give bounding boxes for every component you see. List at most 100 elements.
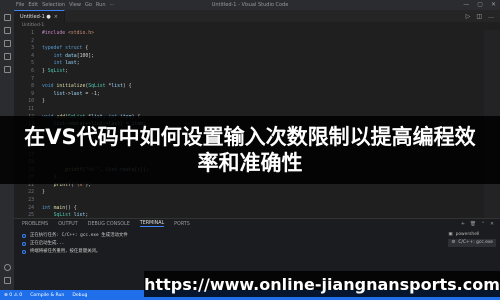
code-text: }	[42, 190, 45, 196]
code-line[interactable]: 23	[14, 197, 484, 205]
explorer-icon[interactable]	[3, 14, 11, 21]
new-terminal-icon[interactable]: +	[461, 222, 465, 227]
terminal-item-gcc[interactable]: ⚙ C/C++: gcc.exe	[448, 239, 496, 247]
tab-terminal[interactable]: TERMINAL	[139, 221, 165, 227]
line-number: 4	[31, 53, 34, 59]
panel-tabs: PROBLEMS OUTPUT DEBUG CONSOLE TERMINAL P…	[14, 219, 500, 229]
trash-icon[interactable]: 🗑	[470, 222, 476, 227]
terminal-item-powershell[interactable]: ▣ powershell	[448, 231, 496, 239]
code-line[interactable]: 8 void initialize(SqList *list) {	[14, 83, 484, 91]
code-line[interactable]: 4 int data[100];	[14, 53, 484, 61]
code-text: int main() {	[42, 205, 77, 211]
terminal-line: 终端将被任务重用，按任意键关闭。	[22, 248, 500, 256]
tab-ports[interactable]: PORTS	[174, 222, 190, 227]
menu-selection[interactable]: Selection	[42, 2, 65, 8]
code-line[interactable]: 7	[14, 76, 484, 84]
maximize-icon[interactable]: ▢	[477, 1, 483, 8]
menu-run[interactable]: Run	[96, 2, 106, 8]
code-line[interactable]: 5 int last;	[14, 60, 484, 68]
task-status-icon	[22, 250, 26, 254]
code-text: int last;	[53, 61, 80, 67]
code-line[interactable]: 22}	[14, 189, 484, 197]
source-control-icon[interactable]	[3, 40, 11, 47]
code-text: #include <stdio.h>	[42, 31, 94, 36]
line-number: 23	[28, 198, 34, 204]
terminal-line: 正在启动生成...	[22, 240, 500, 248]
line-number: 10	[28, 99, 34, 105]
code-line[interactable]: 10}	[14, 98, 484, 106]
code-line[interactable]: 24 int main() {	[14, 205, 484, 213]
code-text: int data[100];	[53, 53, 95, 59]
tab-debug-console[interactable]: DEBUG CONSOLE	[88, 222, 130, 227]
line-number: 2	[31, 38, 34, 44]
terminal-line: 正在执行任务: C/C++: gcc.exe 生成活动文件	[22, 232, 500, 240]
tab-problems[interactable]: PROBLEMS	[22, 222, 48, 227]
line-number: 22	[28, 190, 34, 196]
watermark-url: https://www.online-jiangnansports.com	[144, 271, 500, 297]
terminal-list: ▣ powershell ⚙ C/C++: gcc.exe	[448, 231, 496, 247]
code-line[interactable]: 11	[14, 106, 484, 114]
line-number: 9	[31, 91, 34, 97]
more-actions-icon[interactable]: …	[488, 13, 494, 20]
watermark-text: https://www.online-jiangnansports.com	[144, 274, 500, 294]
code-line[interactable]: 3 typedef struct {	[14, 45, 484, 53]
menu-more[interactable]: ···	[110, 2, 115, 8]
menu-bar: File Edit Selection View Go Run ···	[16, 2, 114, 8]
minimize-icon[interactable]: —	[463, 1, 469, 8]
tools-icon: ⚙	[451, 240, 456, 245]
tab-label: Untitled-1 ●	[20, 13, 51, 20]
line-number: 6	[31, 68, 34, 74]
code-text: typedef struct {	[42, 46, 89, 52]
line-number: 1	[31, 31, 34, 36]
task-status-icon	[22, 234, 26, 238]
terminal-icon: ▣	[448, 232, 453, 237]
code-text: void initialize(SqList *list) {	[42, 84, 132, 90]
line-number: 24	[28, 205, 34, 211]
run-icon[interactable]: ▷	[466, 13, 471, 20]
line-number: 11	[28, 106, 34, 112]
menu-go[interactable]: Go	[85, 2, 92, 8]
panel-actions: + 🗑 ⌃ ✕	[461, 222, 500, 227]
extensions-icon[interactable]	[3, 66, 11, 73]
tab-untitled-1[interactable]: Untitled-1 ● ×	[14, 10, 65, 22]
code-line[interactable]: 9 list->last = -1;	[14, 91, 484, 99]
menu-edit[interactable]: Edit	[28, 2, 38, 8]
headline-text: 在VS代码中如何设置输入次数限制以提高编程效率和准确性	[24, 125, 476, 175]
maximize-panel-icon[interactable]: ⌃	[481, 222, 485, 227]
run-debug-icon[interactable]	[3, 53, 11, 60]
close-tab-icon[interactable]: ×	[54, 14, 58, 20]
breadcrumb-item[interactable]: Untitled-1	[22, 23, 44, 28]
line-number: 7	[31, 76, 34, 82]
gear-icon[interactable]	[3, 277, 11, 284]
code-line[interactable]: 1 #include <stdio.h>	[14, 30, 484, 38]
breadcrumb: Untitled-1	[14, 22, 500, 29]
code-text: }	[42, 99, 45, 105]
menu-view[interactable]: View	[69, 2, 81, 8]
code-line[interactable]: 6 } SqList;	[14, 68, 484, 76]
close-panel-icon[interactable]: ✕	[490, 222, 494, 227]
tab-output[interactable]: OUTPUT	[58, 222, 78, 227]
code-text: } SqList;	[42, 68, 68, 74]
close-icon[interactable]: ✕	[491, 1, 496, 8]
terminal-output[interactable]: 正在执行任务: C/C++: gcc.exe 生成活动文件 正在启动生成... …	[14, 229, 500, 256]
title-bar: File Edit Selection View Go Run ··· Unti…	[0, 0, 500, 10]
editor-actions: ▷ ◫ …	[466, 10, 500, 22]
line-number: 3	[31, 46, 34, 52]
code-text: list->last = -1;	[53, 91, 100, 97]
code-line[interactable]: 2	[14, 38, 484, 46]
line-number: 5	[31, 61, 34, 67]
menu-file[interactable]: File	[16, 2, 24, 8]
line-number: 8	[31, 84, 34, 90]
window-title: Untitled-1 - Visual Studio Code	[211, 2, 289, 8]
problems-status[interactable]: ⊗ 0 ⚠ 0	[4, 293, 22, 298]
account-icon[interactable]	[3, 264, 11, 271]
window-controls: — ▢ ✕	[463, 1, 496, 8]
search-icon[interactable]	[3, 27, 11, 34]
editor-tabs: Untitled-1 ● × ▷ ◫ …	[14, 10, 500, 22]
compile-run-status[interactable]: Compile & Run	[30, 293, 64, 298]
task-status-icon	[22, 242, 26, 246]
debug-status[interactable]: Debug	[72, 293, 87, 298]
editor-area: Untitled-1 ● × ▷ ◫ … Untitled-1 1 #includ…	[14, 10, 500, 233]
split-editor-icon[interactable]: ◫	[476, 13, 482, 20]
headline-banner: 在VS代码中如何设置输入次数限制以提高编程效率和准确性	[0, 116, 500, 184]
